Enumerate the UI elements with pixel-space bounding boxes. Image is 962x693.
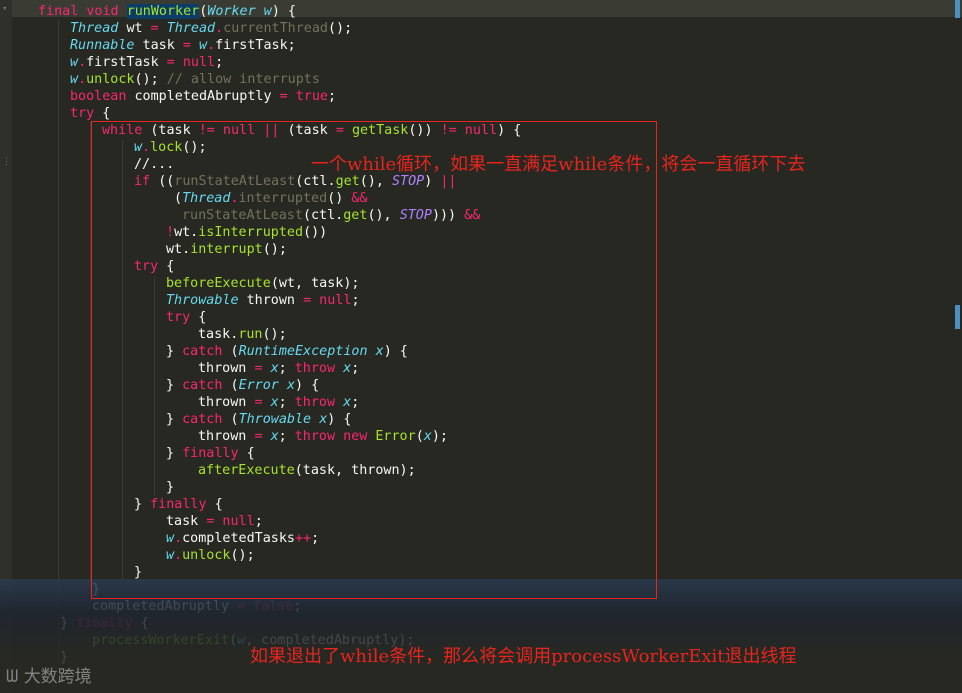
code-token: = null	[166, 55, 216, 70]
logo-icon: ᗯ	[6, 667, 19, 687]
watermark-text: 大数跨境	[23, 667, 92, 687]
code-token: = true	[279, 89, 328, 104]
code-token: =	[182, 38, 199, 53]
code-line[interactable]: w.firstTask = null;	[70, 54, 223, 71]
code-token: .	[78, 72, 87, 87]
scrollbar-thumb[interactable]	[955, 305, 960, 329]
code-token: final	[38, 4, 87, 19]
code-line[interactable]: final void runWorker(Worker w) {	[38, 3, 296, 20]
code-token: ();	[328, 21, 353, 36]
while-loop-highlight-box	[91, 121, 657, 599]
code-token: ();	[134, 72, 167, 87]
code-line[interactable]: Thread wt = Thread.currentThread();	[70, 20, 352, 37]
annotation-while-loop: 一个while循环，如果一直满足while条件，将会一直循环下去	[311, 154, 806, 175]
annotation-exit: 如果退出了while条件，那么将会调用processWorkerExit退出线程	[250, 646, 797, 667]
code-token: w	[70, 55, 79, 70]
code-line[interactable]: try {	[70, 105, 110, 122]
code-token: ;	[328, 89, 337, 104]
code-token: .	[78, 55, 87, 70]
code-token: .	[215, 21, 224, 36]
code-line[interactable]: w.unlock(); // allow interrupts	[70, 71, 320, 88]
scrollbar-marker[interactable]	[955, 0, 960, 18]
code-token: firstTask;	[215, 38, 296, 53]
code-token: Thread	[166, 21, 216, 36]
code-token: // allow interrupts	[166, 72, 320, 87]
code-editor[interactable]: ▾ ⋮ final void runWorker(Worker w) {Thre…	[0, 0, 962, 693]
code-token: completedAbruptly	[134, 89, 280, 104]
code-token: currentThread	[223, 21, 328, 36]
code-token: =	[150, 21, 167, 36]
code-token: Thread	[70, 21, 127, 36]
code-token: void	[86, 4, 127, 19]
code-token: wt	[126, 21, 151, 36]
code-line[interactable]: Runnable task = w.firstTask;	[70, 37, 296, 54]
code-token: task	[142, 38, 183, 53]
code-token: ;	[215, 55, 224, 70]
code-token: w	[70, 72, 79, 87]
code-token: Runnable	[70, 38, 143, 53]
watermark-logo: ᗯ 大数跨境	[6, 662, 92, 687]
code-line[interactable]: boolean completedAbruptly = true;	[70, 88, 336, 105]
code-token: ) {	[271, 4, 296, 19]
code-token: runWorker	[126, 4, 200, 19]
code-token: {	[102, 106, 111, 121]
code-token: try	[70, 106, 103, 121]
code-token: w	[199, 38, 208, 53]
code-token: firstTask	[86, 55, 167, 70]
code-token: unlock	[86, 72, 135, 87]
code-token: w	[263, 4, 272, 19]
code-token: boolean	[70, 89, 135, 104]
code-token: Worker	[207, 4, 264, 19]
code-token: .	[207, 38, 216, 53]
